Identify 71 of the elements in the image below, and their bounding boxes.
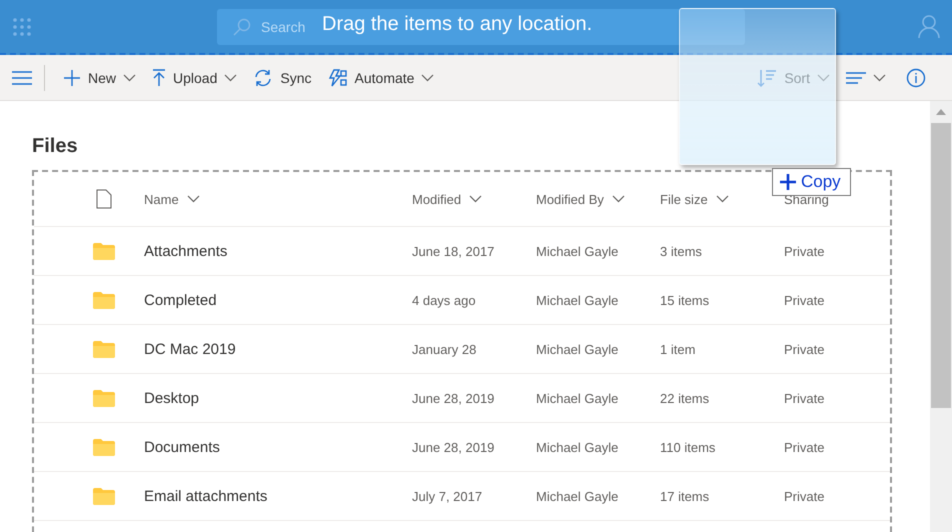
chevron-down-icon xyxy=(224,74,238,82)
scrollbar[interactable] xyxy=(930,101,952,532)
chevron-down-icon xyxy=(123,74,136,82)
sharing-status: Private xyxy=(784,488,826,504)
modified-by: Michael Gayle xyxy=(536,244,620,258)
scroll-thumb[interactable] xyxy=(931,123,951,408)
modified-by: Michael Gayle xyxy=(536,390,620,406)
file-size: 3 items xyxy=(660,244,703,258)
automate-button[interactable]: Automate xyxy=(322,64,440,90)
search-icon xyxy=(233,18,251,36)
folder-icon xyxy=(93,242,115,260)
scroll-up-icon[interactable] xyxy=(936,109,946,115)
sharing-status: Private xyxy=(784,390,826,406)
chevron-down-icon xyxy=(873,74,886,82)
sharing-status: Private xyxy=(784,440,826,454)
folder-name[interactable]: Email attachments xyxy=(144,488,412,504)
modified-by: Michael Gayle xyxy=(536,440,620,454)
column-header[interactable]: Modified By xyxy=(536,192,660,206)
folder-icon xyxy=(93,292,115,308)
folder-name[interactable]: Attachments xyxy=(144,242,412,260)
chevron-down-icon xyxy=(421,74,434,82)
page-title: Files xyxy=(32,135,79,158)
folder-icon xyxy=(93,340,115,358)
flow-icon xyxy=(328,68,348,86)
modified-date: June 28, 2019 xyxy=(412,440,496,454)
modified-by: Michael Gayle xyxy=(536,488,620,504)
file-size: 22 items xyxy=(660,390,710,406)
sharing-status: Private xyxy=(784,342,826,356)
info-icon[interactable] xyxy=(906,68,926,88)
sharing-status: Private xyxy=(784,292,826,308)
modified-date: June 18, 2017 xyxy=(412,244,496,258)
modified-date: June 28, 2019 xyxy=(412,390,496,406)
upload-button[interactable]: Upload xyxy=(146,64,244,90)
chevron-down-icon xyxy=(186,195,200,203)
file-size: 110 items xyxy=(660,440,716,454)
folder-icon xyxy=(93,438,115,456)
drag-instruction: Drag the items to any location. xyxy=(322,13,592,36)
modified-date: January 28 xyxy=(412,342,478,356)
sort-icon xyxy=(757,68,778,86)
file-size: 15 items xyxy=(660,292,710,308)
folder-name[interactable]: Completed xyxy=(144,292,412,308)
chevron-down-icon xyxy=(716,195,729,203)
folder-icon xyxy=(93,488,115,504)
app-launcher-icon[interactable] xyxy=(12,16,32,36)
sharing-status: Private xyxy=(784,244,826,258)
upload-icon xyxy=(152,68,166,86)
file-size: 17 items xyxy=(660,488,710,504)
plus-icon xyxy=(780,174,796,190)
new-button[interactable]: New xyxy=(57,64,142,90)
folder-name[interactable]: Desktop xyxy=(144,390,412,406)
menu-icon[interactable] xyxy=(12,70,32,84)
column-header[interactable]: Modified xyxy=(412,192,536,206)
column-header[interactable]: Name xyxy=(144,192,412,206)
person-icon[interactable] xyxy=(918,14,940,38)
copy-badge: Copy xyxy=(772,168,851,196)
chevron-down-icon xyxy=(612,195,625,203)
plus-icon xyxy=(63,68,81,86)
lines-icon xyxy=(846,72,866,84)
folder-name[interactable]: DC Mac 2019 xyxy=(144,340,412,358)
sync-button[interactable]: Sync xyxy=(247,64,318,90)
modified-date: 4 days ago xyxy=(412,292,477,308)
modified-by: Michael Gayle xyxy=(536,292,620,308)
folder-name[interactable]: Documents xyxy=(144,438,412,456)
folder-icon xyxy=(93,390,115,406)
chevron-down-icon xyxy=(817,74,830,82)
chevron-down-icon xyxy=(469,195,482,203)
modified-date: July 7, 2017 xyxy=(412,488,484,504)
sync-icon xyxy=(253,68,274,86)
file-icon xyxy=(96,189,112,209)
file-size: 1 item xyxy=(660,342,696,356)
modified-by: Michael Gayle xyxy=(536,342,620,356)
